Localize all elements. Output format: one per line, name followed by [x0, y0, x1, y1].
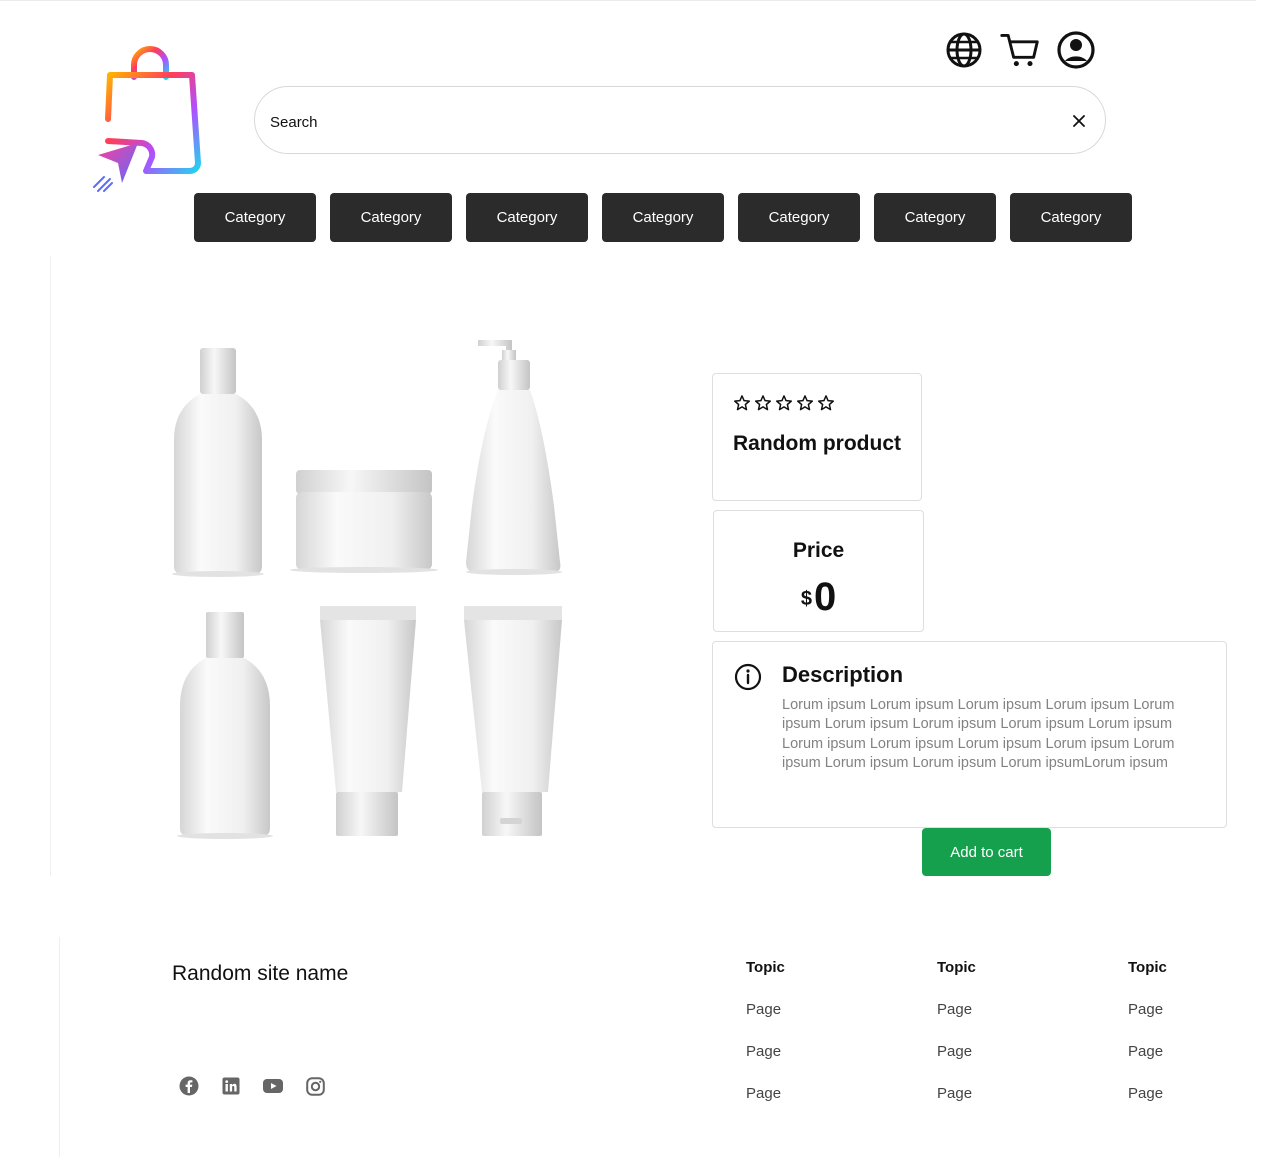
- category-button[interactable]: Category: [1010, 193, 1132, 242]
- account-icon[interactable]: [1056, 30, 1096, 70]
- search-bar: [254, 86, 1106, 154]
- category-button[interactable]: Category: [874, 193, 996, 242]
- price-amount: 0: [813, 575, 837, 619]
- star-icon[interactable]: [754, 394, 772, 412]
- footer-divider: [59, 937, 60, 1157]
- social-links: [178, 1075, 346, 1097]
- footer-page-link[interactable]: Page: [1128, 1042, 1248, 1062]
- product-title-card: Random product: [712, 373, 922, 501]
- currency-symbol: $: [800, 588, 812, 610]
- footer-page-link[interactable]: Page: [1128, 1084, 1248, 1104]
- product-image: [172, 340, 562, 839]
- description-title: Description: [782, 662, 904, 687]
- instagram-icon[interactable]: [304, 1075, 326, 1097]
- star-icon[interactable]: [733, 394, 751, 412]
- globe-icon[interactable]: [944, 30, 984, 70]
- category-button[interactable]: Category: [330, 193, 452, 242]
- footer-topic: Topic: [746, 959, 785, 976]
- info-icon: [734, 663, 762, 691]
- footer-page-link[interactable]: Page: [746, 1042, 866, 1062]
- star-icon[interactable]: [775, 394, 793, 412]
- footer-page-link[interactable]: Page: [937, 1084, 1057, 1104]
- footer-column: Topic Page Page Page: [746, 958, 866, 1104]
- header-icon-bar: [944, 28, 1096, 72]
- section-divider: [50, 256, 51, 876]
- footer-page-link[interactable]: Page: [746, 1084, 866, 1104]
- category-button[interactable]: Category: [466, 193, 588, 242]
- footer-column: Topic Page Page Page: [937, 958, 1057, 1104]
- product-name: Random product: [733, 432, 901, 455]
- price-value: $0: [714, 573, 923, 621]
- cart-icon[interactable]: [1000, 30, 1040, 70]
- category-nav: Category Category Category Category Cate…: [194, 193, 1146, 242]
- footer-topic: Topic: [937, 959, 976, 976]
- footer-page-link[interactable]: Page: [1128, 1000, 1248, 1020]
- linkedin-icon[interactable]: [220, 1075, 242, 1097]
- shop-logo[interactable]: [88, 45, 208, 195]
- facebook-icon[interactable]: [178, 1075, 200, 1097]
- top-divider: [0, 0, 1256, 1]
- youtube-icon[interactable]: [262, 1075, 284, 1097]
- footer-page-link[interactable]: Page: [937, 1042, 1057, 1062]
- footer-topic: Topic: [1128, 959, 1167, 976]
- description-card: Description Lorum ipsum Lorum ipsum Loru…: [712, 641, 1227, 828]
- search-input[interactable]: [268, 107, 1052, 137]
- footer-page-link[interactable]: Page: [746, 1000, 866, 1020]
- footer-column: Topic Page Page Page: [1128, 958, 1248, 1104]
- price-label: Price: [792, 539, 845, 562]
- star-icon[interactable]: [817, 394, 835, 412]
- footer-page-link[interactable]: Page: [937, 1000, 1057, 1020]
- description-text: Lorum ipsum Lorum ipsum Lorum ipsum Loru…: [782, 697, 1175, 771]
- category-button[interactable]: Category: [194, 193, 316, 242]
- price-card: Price $0: [713, 510, 924, 632]
- add-to-cart-button[interactable]: Add to cart: [922, 828, 1051, 876]
- category-button[interactable]: Category: [738, 193, 860, 242]
- star-icon[interactable]: [796, 394, 814, 412]
- footer-site-name: Random site name: [172, 962, 349, 985]
- category-button[interactable]: Category: [602, 193, 724, 242]
- star-rating[interactable]: [733, 394, 838, 412]
- clear-search-icon[interactable]: [1069, 111, 1089, 131]
